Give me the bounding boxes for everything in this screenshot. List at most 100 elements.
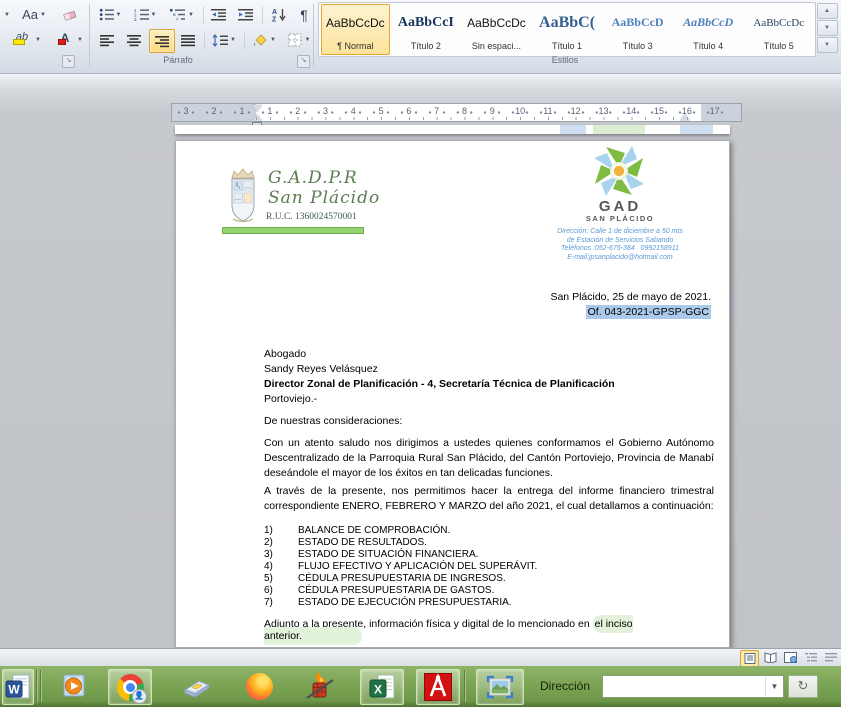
paragraph-dialog-launcher[interactable]: ↘ (297, 55, 310, 68)
list-item-text: ESTADO DE EJECUCIÓN PRESUPUESTARIA. (298, 597, 512, 609)
bullets-button[interactable]: ▼ (95, 4, 125, 25)
highlight-fragment (560, 125, 586, 134)
ribbon: ▼ Aa▼ ab ▼ A ▼ ↘ (0, 0, 841, 74)
increase-indent-button[interactable] (234, 4, 258, 25)
taskbar-scanner-button[interactable] (178, 669, 216, 703)
line-spacing-button[interactable]: ▼ (208, 29, 240, 51)
style-item[interactable]: AaBbCcDc Título 5 (744, 4, 814, 55)
taskbar-media-player-button[interactable] (56, 669, 90, 703)
align-center-icon (127, 34, 142, 47)
address-band-label: Dirección (540, 679, 590, 693)
cut-off-dropdown-icon[interactable]: ▼ (0, 6, 12, 24)
list-item: 6) CÉDULA PRESUPUESTARIA DE GASTOS. (264, 585, 714, 597)
paint-bucket-icon (252, 33, 268, 47)
list-item-number: 6) (264, 585, 298, 597)
ruler-number: 3 (312, 104, 340, 121)
style-item[interactable]: AaBbCcD Título 3 (603, 4, 673, 55)
multilevel-list-button[interactable]: ▼ (165, 4, 199, 25)
chevron-down-icon: ▼ (40, 12, 46, 18)
font-color-button[interactable]: A ▼ (50, 28, 88, 51)
eraser-icon (61, 8, 78, 22)
web-layout-view-icon[interactable] (782, 650, 799, 665)
ruler-number: 2 (200, 104, 228, 121)
gad-brand-text: GAD (574, 198, 666, 215)
ruler-number: 15 (645, 104, 673, 121)
gallery-scroll-down-icon[interactable]: ▼ (817, 20, 838, 36)
sort-button[interactable]: A Z (266, 4, 292, 25)
show-paragraph-marks-button[interactable]: ¶ (294, 4, 314, 25)
first-line-indent-marker[interactable] (252, 105, 262, 112)
document-page[interactable]: G.A.D.P.R San Plácido R.U.C. 13600245700… (175, 140, 730, 648)
clear-formatting-button[interactable] (56, 4, 82, 25)
decrease-indent-button[interactable] (207, 4, 231, 25)
text-highlight-button[interactable]: ab ▼ (6, 28, 46, 51)
gallery-more-icon[interactable]: ▼ (817, 37, 838, 53)
firefox-icon (246, 673, 273, 700)
recipient-line: Sandy Reyes Velásquez (264, 362, 714, 377)
taskbar-word-button[interactable]: W (2, 669, 34, 705)
date-and-reference: San Plácido, 25 de mayo de 2021. Of. 043… (550, 291, 711, 319)
shading-button[interactable]: ▼ (248, 29, 280, 51)
taskbar-red-a-tool-button[interactable] (416, 669, 460, 705)
taskbar-firefox-button[interactable] (240, 669, 278, 703)
gallery-scroll-up-icon[interactable]: ▲ (817, 3, 838, 19)
taskbar-excel-button[interactable]: X (360, 669, 404, 705)
style-preview: AaBbCcD (612, 5, 664, 40)
status-bar (0, 648, 841, 667)
taskbar-nero-button[interactable] (300, 669, 340, 703)
list-item-text: CÉDULA PRESUPUESTARIA DE INGRESOS. (298, 573, 506, 585)
style-item[interactable]: AaBbCcDc ¶ Normal (321, 4, 391, 55)
borders-button[interactable]: ▼ (284, 29, 314, 51)
outline-view-icon[interactable] (802, 650, 819, 665)
list-item: 7) ESTADO DE EJECUCIÓN PRESUPUESTARIA. (264, 597, 714, 609)
align-right-button[interactable] (149, 29, 175, 53)
style-item[interactable]: AaBbC( Título 1 (532, 4, 602, 55)
hanging-indent-marker[interactable] (252, 114, 262, 121)
style-preview: AaBbCcDc (326, 5, 385, 40)
font-dialog-launcher[interactable]: ↘ (62, 55, 75, 68)
salutation: De nuestras consideraciones: (264, 415, 714, 427)
chevron-down-icon[interactable]: ▼ (765, 677, 783, 696)
chevron-down-icon: ▼ (151, 12, 157, 18)
full-screen-reading-view-icon[interactable] (762, 650, 779, 665)
right-indent-marker[interactable] (680, 114, 690, 121)
list-item-number: 7) (264, 597, 298, 609)
highlight-fragment (680, 125, 713, 134)
style-item[interactable]: AaBbCcD Título 4 (673, 4, 743, 55)
chevron-down-icon: ▼ (77, 37, 83, 43)
bullet-list-icon (99, 8, 114, 21)
style-name: Sin espaci... (472, 41, 521, 51)
draft-view-icon[interactable] (822, 650, 839, 665)
align-center-button[interactable] (122, 29, 146, 51)
change-case-button[interactable]: Aa▼ (16, 4, 52, 25)
media-player-icon (60, 673, 87, 700)
print-layout-view-icon[interactable] (740, 650, 759, 667)
document-area: 321 12345678910111213141516 17 (0, 74, 841, 648)
view-switcher (740, 650, 839, 667)
chevron-down-icon: ▼ (35, 37, 41, 43)
taskbar-chrome-button[interactable]: 👤 (108, 669, 152, 705)
ruler-number: 13 (590, 104, 618, 121)
chevron-down-icon: ▼ (230, 37, 236, 43)
address-combobox[interactable]: ▼ (602, 675, 784, 698)
style-item[interactable]: AaBbCcI Título 2 (391, 4, 461, 55)
taskbar-divider (464, 670, 465, 702)
align-left-button[interactable] (95, 29, 119, 51)
list-item-text: CÉDULA PRESUPUESTARIA DE GASTOS. (298, 585, 494, 597)
header-contact-block: Dirección: Calle 1 de diciembre a 50 mts… (534, 228, 706, 262)
style-name: Título 4 (693, 41, 723, 51)
ruler-number: 4 (339, 104, 367, 121)
refresh-go-button[interactable]: ↻ (788, 675, 818, 698)
numbering-button[interactable]: 1 2 3 ▼ (130, 4, 160, 25)
taskbar-photo-viewer-button[interactable] (476, 669, 524, 705)
chevron-down-icon: ▼ (116, 12, 122, 18)
list-item-number: 2) (264, 537, 298, 549)
list-item: 5) CÉDULA PRESUPUESTARIA DE INGRESOS. (264, 573, 714, 585)
list-item: 1) BALANCE DE COMPROBACIÓN. (264, 525, 714, 537)
address-input[interactable] (603, 679, 765, 695)
body-paragraph-1: Con un atento saludo nos dirigimos a ust… (264, 436, 714, 481)
chevron-down-icon: ▼ (270, 37, 276, 43)
align-left-icon (100, 34, 115, 47)
justify-button[interactable] (176, 29, 200, 51)
style-item[interactable]: AaBbCcDc Sin espaci... (462, 4, 532, 55)
